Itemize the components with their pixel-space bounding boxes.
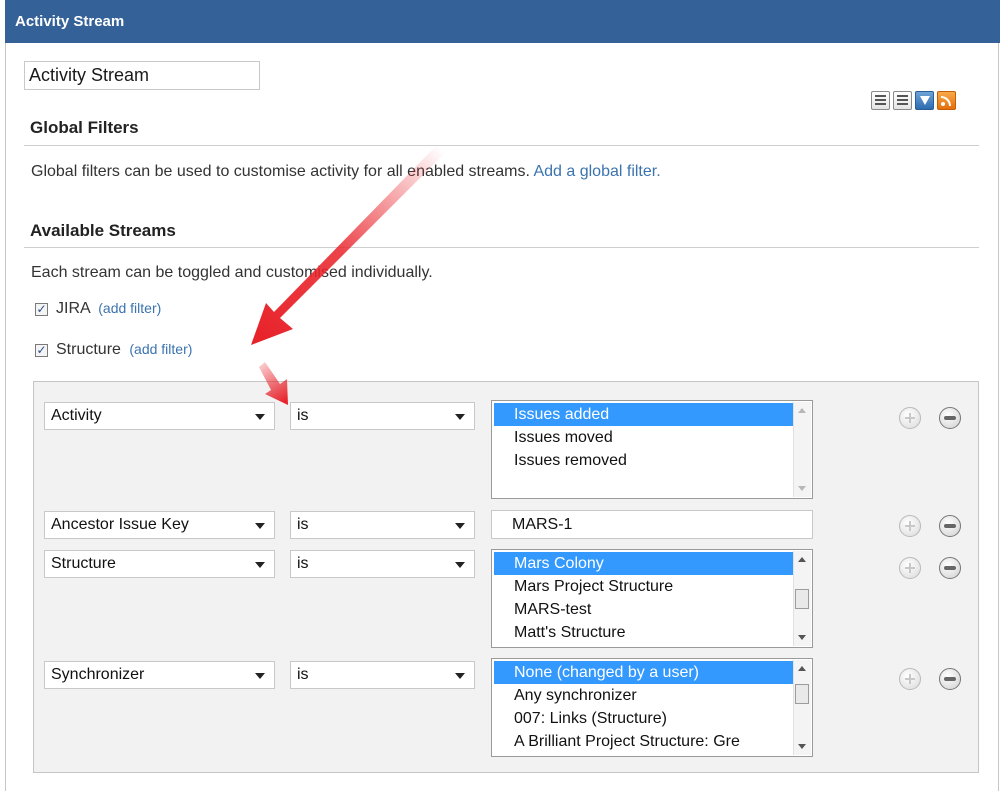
chevron-down-icon bbox=[455, 414, 465, 420]
add-filter-button[interactable] bbox=[899, 407, 921, 429]
filter-field-select[interactable]: Activity bbox=[44, 402, 275, 430]
filter-field-value: Structure bbox=[51, 555, 116, 572]
available-streams-description: Each stream can be toggled and customise… bbox=[31, 264, 433, 281]
chevron-down-icon bbox=[455, 673, 465, 679]
remove-filter-button[interactable] bbox=[939, 668, 961, 690]
filter-icon[interactable] bbox=[915, 91, 934, 110]
list-option[interactable]: None (changed by a user) bbox=[494, 661, 793, 684]
add-filter-button[interactable] bbox=[899, 515, 921, 537]
listbox-scrollbar[interactable] bbox=[793, 551, 811, 646]
view-toolbar bbox=[871, 91, 956, 111]
filter-field-value: Activity bbox=[51, 407, 102, 424]
list-full-icon[interactable] bbox=[893, 91, 912, 110]
filter-operator-value: is bbox=[297, 516, 309, 533]
list-option[interactable]: MARS-test bbox=[494, 598, 793, 621]
chevron-down-icon bbox=[455, 562, 465, 568]
jira-stream-label: JIRA bbox=[56, 300, 90, 317]
filter-operator-value: is bbox=[297, 555, 309, 572]
synchronizer-multiselect[interactable]: None (changed by a user) Any synchronize… bbox=[491, 658, 813, 757]
available-streams-heading: Available Streams bbox=[30, 221, 176, 240]
chevron-down-icon bbox=[455, 523, 465, 529]
filter-field-value: Ancestor Issue Key bbox=[51, 516, 189, 533]
filter-field-value: Synchronizer bbox=[51, 666, 145, 683]
global-filters-text: Global filters can be used to customise … bbox=[31, 163, 530, 180]
list-option[interactable]: Issues added bbox=[494, 403, 793, 426]
scroll-thumb[interactable] bbox=[795, 684, 809, 704]
listbox-scrollbar[interactable] bbox=[793, 660, 811, 755]
chevron-down-icon bbox=[255, 414, 265, 420]
scroll-down-icon[interactable] bbox=[798, 744, 806, 749]
list-option[interactable]: A Brilliant Project Structure: Gre bbox=[494, 730, 793, 753]
filter-operator-select[interactable]: is bbox=[290, 661, 475, 689]
add-filter-button[interactable] bbox=[899, 557, 921, 579]
activity-multiselect[interactable]: Issues added Issues moved Issues removed bbox=[491, 400, 813, 499]
global-filters-description: Global filters can be used to customise … bbox=[31, 163, 661, 181]
structure-stream-label: Structure bbox=[56, 341, 121, 358]
chevron-down-icon bbox=[255, 673, 265, 679]
list-option[interactable]: Issues moved bbox=[494, 426, 793, 449]
remove-filter-button[interactable] bbox=[939, 407, 961, 429]
rss-icon[interactable] bbox=[937, 91, 956, 110]
scroll-up-icon[interactable] bbox=[798, 666, 806, 671]
global-filters-heading: Global Filters bbox=[30, 118, 139, 137]
divider bbox=[24, 247, 979, 248]
scroll-up-icon[interactable] bbox=[798, 557, 806, 562]
remove-filter-button[interactable] bbox=[939, 515, 961, 537]
scroll-up-icon[interactable] bbox=[798, 408, 806, 413]
structure-multiselect[interactable]: Mars Colony Mars Project Structure MARS-… bbox=[491, 549, 813, 648]
structure-stream-row: Structure (add filter) bbox=[56, 341, 192, 359]
filter-operator-select[interactable]: is bbox=[290, 550, 475, 578]
list-option[interactable]: Issues removed bbox=[494, 449, 793, 472]
ancestor-issue-key-input[interactable]: MARS-1 bbox=[491, 510, 813, 539]
listbox-scrollbar[interactable] bbox=[793, 402, 811, 497]
jira-add-filter-link[interactable]: (add filter) bbox=[98, 300, 161, 316]
filter-operator-value: is bbox=[297, 666, 309, 683]
list-option[interactable]: Mars Colony bbox=[494, 552, 793, 575]
scroll-down-icon[interactable] bbox=[798, 635, 806, 640]
filter-operator-select[interactable]: is bbox=[290, 511, 475, 539]
list-option[interactable]: Any synchronizer bbox=[494, 684, 793, 707]
scroll-thumb[interactable] bbox=[795, 589, 809, 609]
chevron-down-icon bbox=[255, 523, 265, 529]
list-option[interactable]: 007: Links (Structure) bbox=[494, 707, 793, 730]
structure-add-filter-link[interactable]: (add filter) bbox=[129, 341, 192, 357]
gadget-title: Activity Stream bbox=[15, 13, 125, 30]
add-filter-button[interactable] bbox=[899, 668, 921, 690]
filter-operator-value: is bbox=[297, 407, 309, 424]
jira-stream-checkbox[interactable]: ✓ bbox=[35, 303, 48, 316]
list-option[interactable]: Mars Project Structure bbox=[494, 575, 793, 598]
divider bbox=[24, 145, 979, 146]
gadget-title-bar: Activity Stream bbox=[5, 0, 1000, 43]
filter-field-select[interactable]: Structure bbox=[44, 550, 275, 578]
remove-filter-button[interactable] bbox=[939, 557, 961, 579]
scroll-down-icon[interactable] bbox=[798, 486, 806, 491]
filter-operator-select[interactable]: is bbox=[290, 402, 475, 430]
filter-field-select[interactable]: Ancestor Issue Key bbox=[44, 511, 275, 539]
filter-field-select[interactable]: Synchronizer bbox=[44, 661, 275, 689]
stream-title-input[interactable] bbox=[24, 61, 260, 90]
chevron-down-icon bbox=[255, 562, 265, 568]
jira-stream-row: JIRA (add filter) bbox=[56, 300, 161, 318]
add-global-filter-link[interactable]: Add a global filter. bbox=[533, 163, 660, 180]
list-compact-icon[interactable] bbox=[871, 91, 890, 110]
list-option[interactable]: Matt's Structure bbox=[494, 621, 793, 644]
structure-stream-checkbox[interactable]: ✓ bbox=[35, 344, 48, 357]
